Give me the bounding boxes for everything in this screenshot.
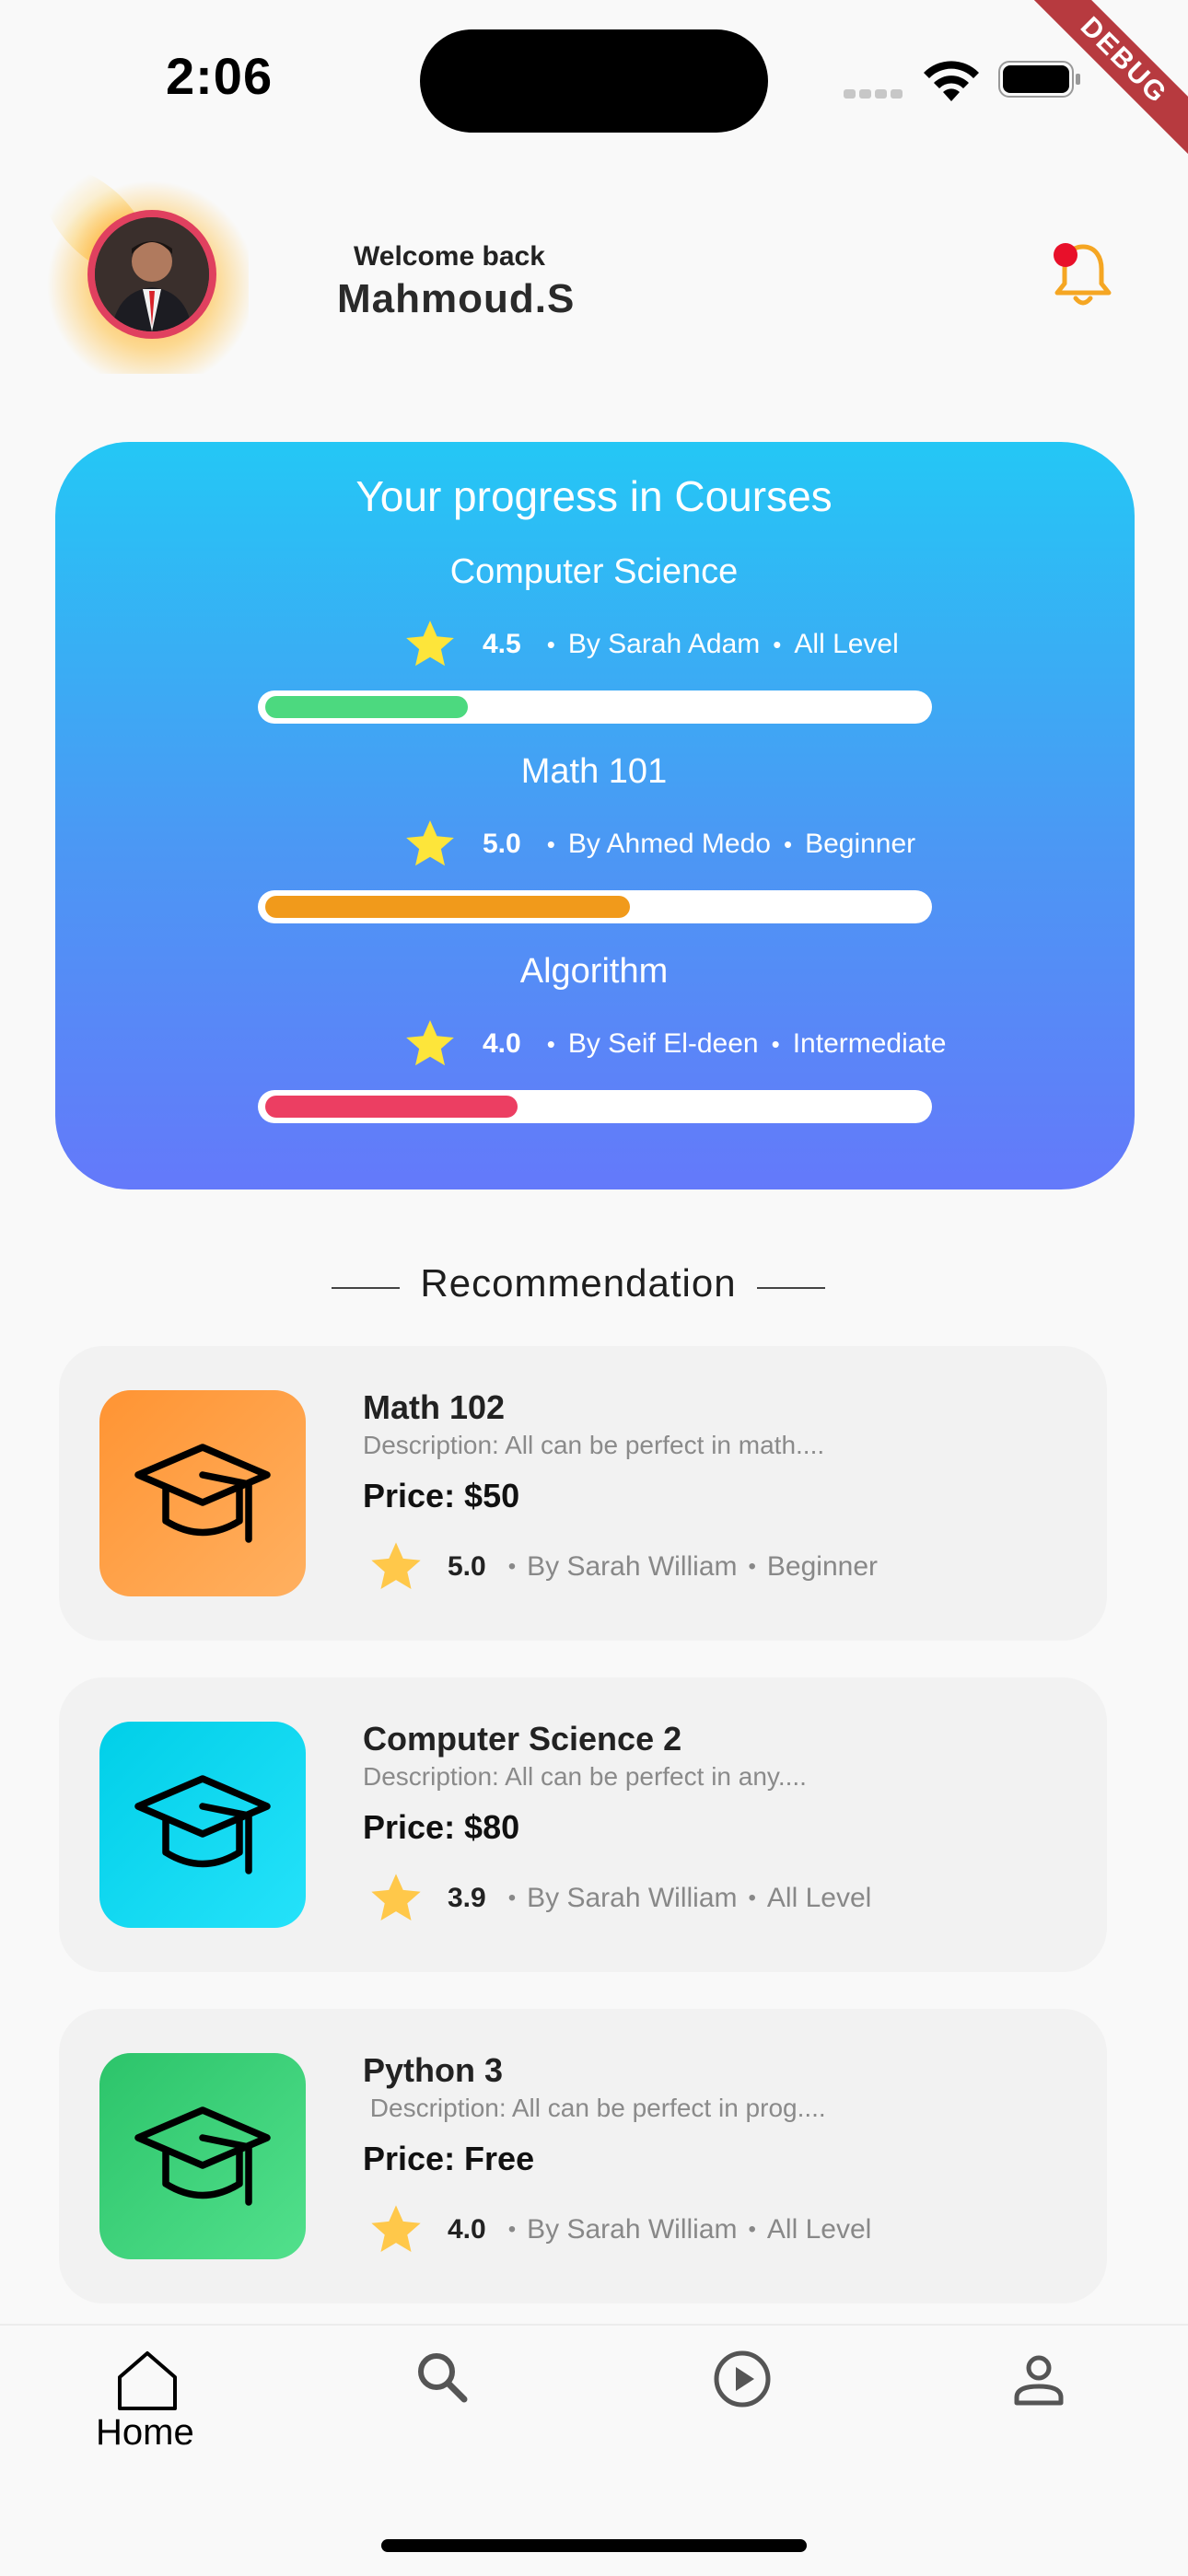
nav-profile[interactable]	[993, 2346, 1085, 2419]
separator-dot: •	[507, 2217, 517, 2242]
star-icon	[371, 1874, 421, 1920]
divider-line	[757, 1287, 825, 1289]
separator-dot: •	[783, 830, 793, 858]
course-level: All Level	[766, 1883, 872, 1913]
course-description: Description: All can be perfect in prog.…	[363, 2094, 826, 2122]
course-meta: 4.0 • By Sarah William • All Level	[367, 2200, 871, 2259]
course-author: By Sarah William	[527, 2214, 738, 2245]
course-rating: 5.0	[483, 829, 521, 859]
course-meta: 3.9 • By Sarah William • All Level	[367, 1869, 871, 1928]
welcome-text: Welcome back	[354, 241, 545, 272]
course-progress-fill	[265, 896, 630, 918]
course-level: Intermediate	[792, 1028, 947, 1059]
course-rating: 4.0	[483, 1028, 521, 1059]
separator-dot: •	[546, 1029, 555, 1058]
course-author: By Sarah William	[527, 1883, 738, 1913]
star-icon	[406, 1020, 454, 1066]
course-rating: 5.0	[448, 1551, 486, 1582]
star-icon	[406, 820, 454, 866]
nav-home[interactable]	[101, 2346, 193, 2419]
debug-banner: DEBUG	[1004, 0, 1188, 184]
search-icon	[418, 2353, 468, 2403]
course-thumbnail	[99, 2053, 306, 2259]
course-progress-bar	[258, 1090, 932, 1123]
course-progress-fill	[265, 696, 468, 718]
course-title: Computer Science 2	[363, 1720, 682, 1758]
separator-dot: •	[748, 2217, 756, 2242]
progress-course-name: Algorithm	[519, 952, 669, 991]
course-author: By Sarah William	[527, 1551, 738, 1582]
graduation-cap-icon	[134, 2106, 271, 2206]
nav-home-label[interactable]: Home	[96, 2412, 194, 2454]
course-progress-fill	[265, 1096, 518, 1118]
profile-icon	[1014, 2355, 1064, 2406]
course-rating: 4.5	[483, 629, 521, 659]
separator-dot: •	[771, 1029, 780, 1058]
progress-course-name: Math 101	[520, 752, 668, 791]
course-progress-bar	[258, 890, 932, 923]
star-icon	[371, 2205, 421, 2252]
course-level: Beginner	[766, 1551, 879, 1582]
home-icon	[118, 2351, 177, 2410]
cellular-signal-icon	[844, 87, 906, 103]
separator-dot: •	[507, 1554, 517, 1579]
star-icon	[406, 621, 454, 667]
course-price: Price: $80	[363, 1808, 520, 1846]
dynamic-island	[420, 29, 768, 133]
progress-course-meta: 5.0 • By Ahmed Medo • Beginner	[402, 817, 915, 872]
course-level: Beginner	[805, 829, 916, 859]
nav-search[interactable]	[398, 2346, 490, 2419]
course-author: By Sarah Adam	[567, 629, 761, 659]
separator-dot: •	[507, 1886, 517, 1910]
course-rating: 4.0	[448, 2214, 486, 2245]
course-thumbnail	[99, 1722, 306, 1928]
course-author: By Ahmed Medo	[567, 829, 771, 859]
separator-dot: •	[748, 1554, 756, 1579]
course-description: Description: All can be perfect in any..…	[363, 1762, 807, 1791]
course-description: Description: All can be perfect in math.…	[363, 1431, 825, 1459]
course-price: Price: $50	[363, 1477, 520, 1514]
avatar[interactable]	[87, 210, 216, 339]
progress-course-meta: 4.0 • By Seif El-deen • Intermediate	[402, 1016, 946, 1072]
course-title: Math 102	[363, 1388, 506, 1426]
progress-course-meta: 4.5 • By Sarah Adam • All Level	[402, 617, 899, 672]
course-thumbnail	[99, 1390, 306, 1596]
avatar-photo	[95, 217, 209, 331]
username: Mahmoud.S	[337, 276, 576, 321]
star-icon	[371, 1542, 421, 1589]
separator-dot: •	[773, 630, 782, 658]
separator-dot: •	[748, 1886, 756, 1910]
home-indicator	[381, 2539, 807, 2552]
course-title: Python 3	[363, 2051, 504, 2089]
play-circle-icon	[714, 2350, 771, 2408]
course-level: All Level	[794, 629, 899, 659]
debug-banner-label: DEBUG	[1011, 0, 1188, 173]
graduation-cap-icon	[134, 1775, 271, 1874]
separator-dot: •	[546, 630, 555, 658]
recommendation-heading: Recommendation	[420, 1261, 737, 1305]
course-progress-bar	[258, 690, 932, 724]
separator-dot: •	[546, 830, 555, 858]
course-rating: 3.9	[448, 1883, 486, 1913]
notification-badge	[1054, 243, 1077, 267]
progress-course-name: Computer Science	[449, 552, 739, 591]
graduation-cap-icon	[134, 1444, 271, 1543]
course-author: By Seif El-deen	[567, 1028, 759, 1059]
wifi-icon	[924, 61, 979, 101]
course-meta: 5.0 • By Sarah William • Beginner	[367, 1537, 878, 1596]
nav-play[interactable]	[696, 2346, 788, 2419]
course-price: Price: Free	[363, 2140, 535, 2177]
course-level: All Level	[766, 2214, 872, 2245]
progress-card-title: Your progress in Courses	[355, 472, 833, 520]
status-time: 2:06	[166, 47, 274, 105]
